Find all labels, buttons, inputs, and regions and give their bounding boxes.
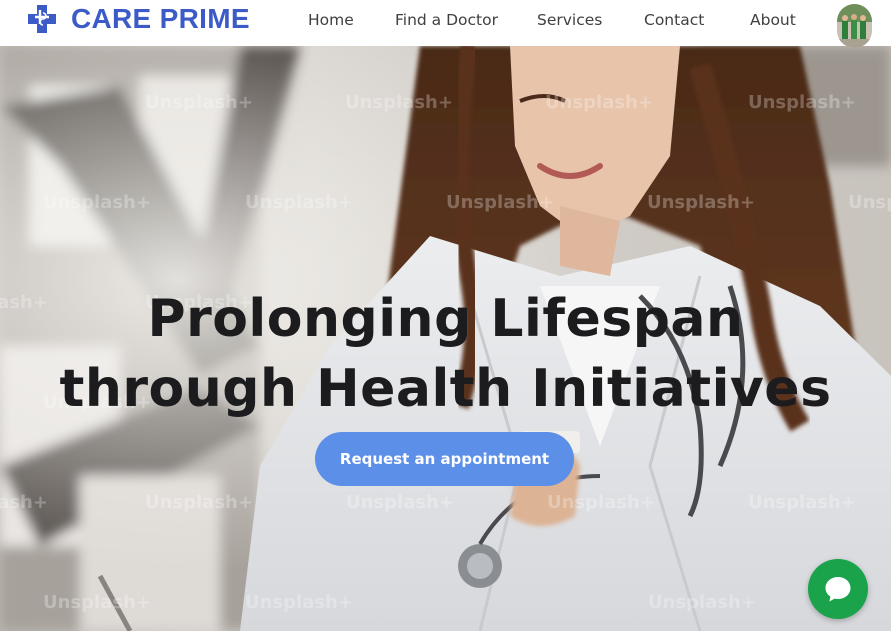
- svg-text:Unsplash+: Unsplash+: [43, 192, 151, 213]
- brand-logo-link[interactable]: CARE PRIME: [27, 4, 250, 34]
- chat-bubble-icon: [825, 577, 851, 602]
- svg-text:Unsplash+: Unsplash+: [848, 192, 891, 213]
- nav-about[interactable]: About: [750, 11, 796, 29]
- request-appointment-button[interactable]: Request an appointment: [315, 432, 574, 486]
- nav-services[interactable]: Services: [537, 11, 602, 29]
- svg-text:Unsplash+: Unsplash+: [43, 592, 151, 613]
- nav-find-a-doctor[interactable]: Find a Doctor: [395, 11, 498, 29]
- brand-name: CARE PRIME: [71, 3, 250, 34]
- svg-text:Unsplash+: Unsplash+: [748, 492, 856, 513]
- site-header: CARE PRIME Home Find a Doctor Services C…: [0, 0, 891, 48]
- svg-text:Unsplash+: Unsplash+: [0, 492, 48, 513]
- svg-text:Unsplash+: Unsplash+: [245, 192, 353, 213]
- profile-avatar[interactable]: [837, 4, 872, 48]
- chat-widget-button[interactable]: [808, 559, 868, 619]
- hero-headline: Prolonging Lifespan through Health Initi…: [0, 284, 891, 424]
- svg-text:Unsplash+: Unsplash+: [647, 192, 755, 213]
- svg-text:Unsplash+: Unsplash+: [245, 592, 353, 613]
- hero-headline-line1: Prolonging Lifespan: [147, 289, 744, 349]
- svg-text:Unsplash+: Unsplash+: [346, 492, 454, 513]
- svg-text:Unsplash+: Unsplash+: [748, 92, 856, 113]
- hero-section: Unsplash+ Unsplash+ Unsplash+ Unsplash+ …: [0, 46, 891, 631]
- nav-contact[interactable]: Contact: [644, 11, 704, 29]
- svg-text:Unsplash+: Unsplash+: [648, 592, 756, 613]
- svg-text:Unsplash+: Unsplash+: [446, 192, 554, 213]
- svg-text:Unsplash+: Unsplash+: [145, 92, 253, 113]
- svg-text:Unsplash+: Unsplash+: [345, 92, 453, 113]
- avatar-photo: [837, 4, 872, 48]
- svg-text:Unsplash+: Unsplash+: [545, 92, 653, 113]
- svg-text:Unsplash+: Unsplash+: [145, 492, 253, 513]
- medical-cross-icon: [28, 5, 56, 33]
- nav-home[interactable]: Home: [308, 11, 354, 29]
- svg-text:Unsplash+: Unsplash+: [547, 492, 655, 513]
- hero-headline-line2: through Health Initiatives: [59, 359, 832, 419]
